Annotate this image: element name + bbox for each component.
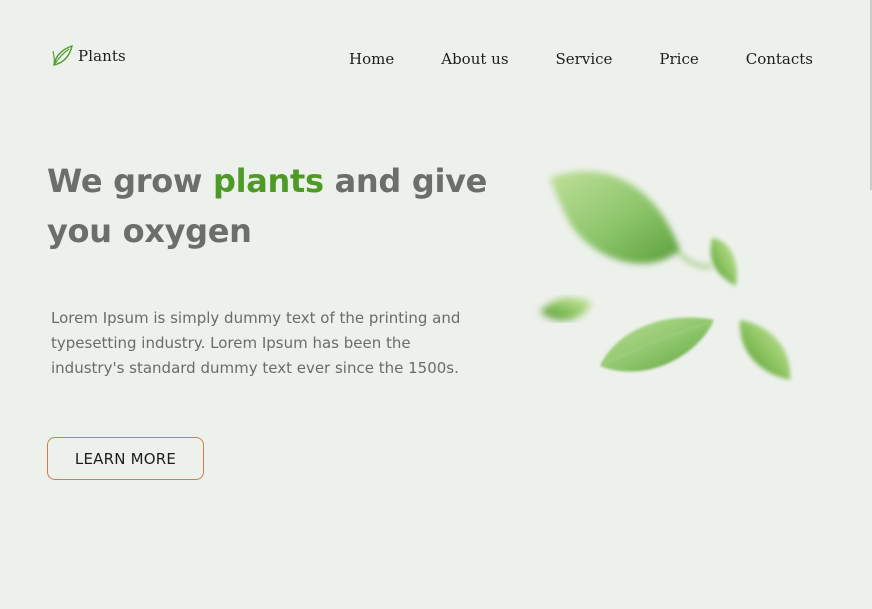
main-nav: Home About us Service Price Contacts — [349, 49, 813, 69]
hero-title: We grow plants and give you oxygen — [47, 156, 497, 256]
learn-more-button[interactable]: LEARN MORE — [47, 437, 204, 480]
hero-title-accent: plants — [212, 162, 324, 200]
hero-description: Lorem Ipsum is simply dummy text of the … — [51, 309, 461, 377]
leaf-small-left — [540, 297, 592, 321]
brand-logo[interactable]: Plants — [50, 43, 126, 69]
leaf-large — [550, 171, 713, 268]
nav-item-price[interactable]: Price — [659, 49, 698, 69]
nav-item-home[interactable]: Home — [349, 49, 394, 69]
nav-item-service[interactable]: Service — [556, 49, 613, 69]
hero-title-start: We grow — [47, 162, 213, 200]
leaf-right — [739, 320, 791, 380]
leaf-icon — [50, 43, 76, 69]
nav-item-contacts[interactable]: Contacts — [746, 49, 813, 69]
leaf-middle — [600, 317, 714, 372]
leaves-illustration — [530, 160, 810, 400]
brand-name: Plants — [78, 47, 126, 65]
nav-item-about-us[interactable]: About us — [441, 49, 508, 69]
leaf-small-top — [710, 238, 737, 286]
